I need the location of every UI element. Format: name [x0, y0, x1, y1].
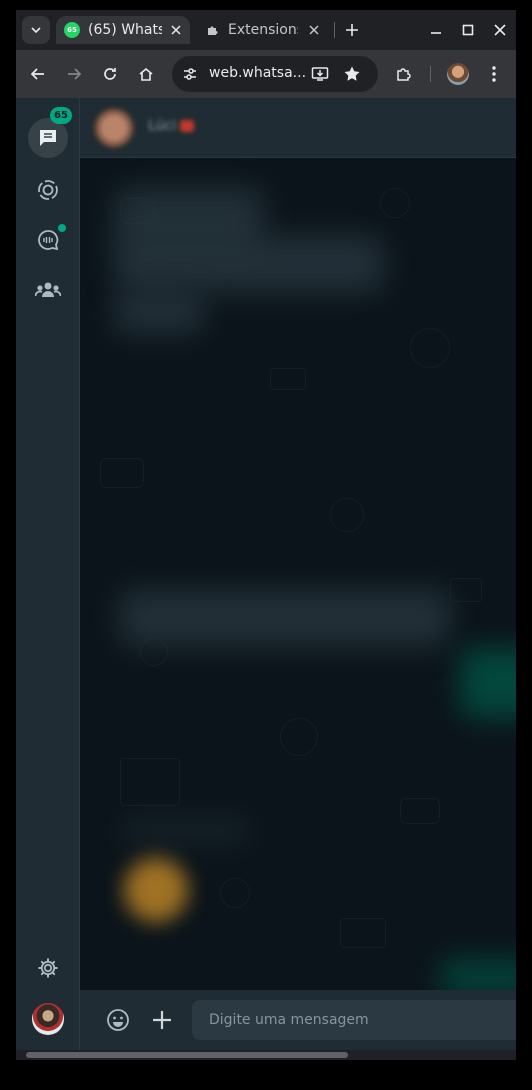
- wallpaper-doodle: [400, 798, 440, 824]
- flag-emoji: [180, 120, 195, 132]
- extensions-button[interactable]: [392, 62, 416, 86]
- browser-window: 65 (65) WhatsApp Extensions: [16, 10, 516, 1060]
- gear-icon: [38, 958, 58, 978]
- tab-extensions[interactable]: Extensions: [198, 16, 328, 44]
- plus-icon: [153, 1011, 171, 1029]
- back-button[interactable]: [26, 62, 50, 86]
- whatsapp-app: 65 Lúci: [16, 98, 516, 1050]
- message-bubble-outgoing[interactable]: [460, 648, 516, 718]
- tab-title: (65) WhatsApp: [88, 22, 162, 38]
- arrow-left-icon: [30, 68, 44, 80]
- scrollbar-thumb[interactable]: [26, 1052, 348, 1058]
- reload-icon: [104, 68, 116, 80]
- site-info-icon[interactable]: [180, 64, 200, 84]
- tab-title: Extensions: [228, 22, 298, 38]
- close-window-button[interactable]: [490, 20, 510, 40]
- status-icon: [38, 180, 58, 200]
- contact-avatar[interactable]: [94, 108, 134, 148]
- attach-button[interactable]: [146, 1004, 178, 1036]
- address-bar[interactable]: web.whatsa...: [172, 56, 378, 92]
- maximize-button[interactable]: [458, 20, 478, 40]
- tab-separator: [334, 22, 335, 38]
- tab-whatsapp[interactable]: 65 (65) WhatsApp: [56, 16, 190, 44]
- emoji-icon: [107, 1009, 129, 1031]
- wallpaper-doodle: [330, 498, 364, 532]
- tab-close-icon[interactable]: [168, 22, 184, 38]
- puzzle-icon: [397, 68, 411, 81]
- maximize-icon: [462, 24, 474, 36]
- contact-name[interactable]: Lúci: [148, 118, 195, 134]
- message-bubble[interactable]: [120, 818, 250, 844]
- plus-icon: [346, 24, 358, 36]
- settings-button[interactable]: [28, 948, 68, 988]
- chat-header[interactable]: Lúci: [80, 98, 516, 158]
- whatsapp-favicon: 65: [64, 22, 80, 38]
- wallpaper-doodle: [280, 718, 318, 756]
- wallpaper-doodle: [410, 328, 450, 368]
- message-input[interactable]: [192, 1000, 516, 1040]
- message-bubble[interactable]: [120, 590, 450, 646]
- unread-badge: 65: [50, 107, 72, 124]
- communities-icon: [35, 282, 61, 297]
- user-avatar[interactable]: [32, 1003, 64, 1035]
- minimize-button[interactable]: [426, 20, 446, 40]
- wallpaper-doodle: [270, 368, 306, 390]
- kebab-menu-icon: [492, 66, 496, 82]
- puzzle-icon: [208, 26, 218, 35]
- home-icon: [139, 67, 153, 81]
- tab-search-button[interactable]: [22, 16, 50, 44]
- wallpaper-doodle: [100, 458, 144, 488]
- contact-name-text: Lúci: [148, 118, 177, 134]
- profile-button[interactable]: [446, 62, 470, 86]
- wallpaper-doodle: [120, 758, 180, 806]
- sticker-image[interactable]: [124, 858, 188, 922]
- wallpaper-doodle: [380, 188, 410, 218]
- arrow-right-icon: [68, 68, 82, 80]
- message-bubble-outgoing[interactable]: [440, 958, 516, 990]
- emoji-button[interactable]: [102, 1004, 134, 1036]
- reload-button[interactable]: [98, 62, 122, 86]
- compose-bar: [80, 990, 516, 1050]
- wallpaper-doodle: [220, 878, 250, 908]
- forward-button[interactable]: [62, 62, 86, 86]
- message-list[interactable]: [80, 158, 516, 990]
- navigation-rail: 65: [16, 98, 80, 1050]
- home-button[interactable]: [134, 62, 158, 86]
- new-activity-dot: [58, 224, 66, 232]
- minimize-icon: [431, 32, 441, 34]
- status-button[interactable]: [28, 170, 68, 210]
- profile-avatar: [447, 63, 469, 85]
- install-app-icon[interactable]: [310, 64, 330, 84]
- channels-icon: [38, 230, 59, 251]
- toolbar-separator: [430, 66, 431, 82]
- chevron-down-icon: [31, 27, 41, 34]
- browser-menu-button[interactable]: [482, 62, 506, 86]
- tab-close-icon[interactable]: [306, 22, 322, 38]
- message-bubble[interactable]: [114, 236, 384, 292]
- horizontal-scrollbar[interactable]: [16, 1050, 516, 1060]
- url-text: web.whatsa...: [209, 65, 307, 81]
- browser-toolbar: web.whatsa...: [16, 50, 516, 98]
- bookmark-star-icon[interactable]: [342, 64, 362, 84]
- new-tab-button[interactable]: [342, 20, 362, 40]
- tab-strip: 65 (65) WhatsApp Extensions: [16, 10, 516, 50]
- chats-icon: [40, 130, 56, 146]
- chats-button[interactable]: [28, 118, 68, 158]
- communities-button[interactable]: [28, 270, 68, 310]
- close-icon: [494, 24, 506, 36]
- wallpaper-doodle: [340, 918, 386, 948]
- wallpaper-doodle: [450, 578, 482, 602]
- message-bubble[interactable]: [114, 293, 204, 333]
